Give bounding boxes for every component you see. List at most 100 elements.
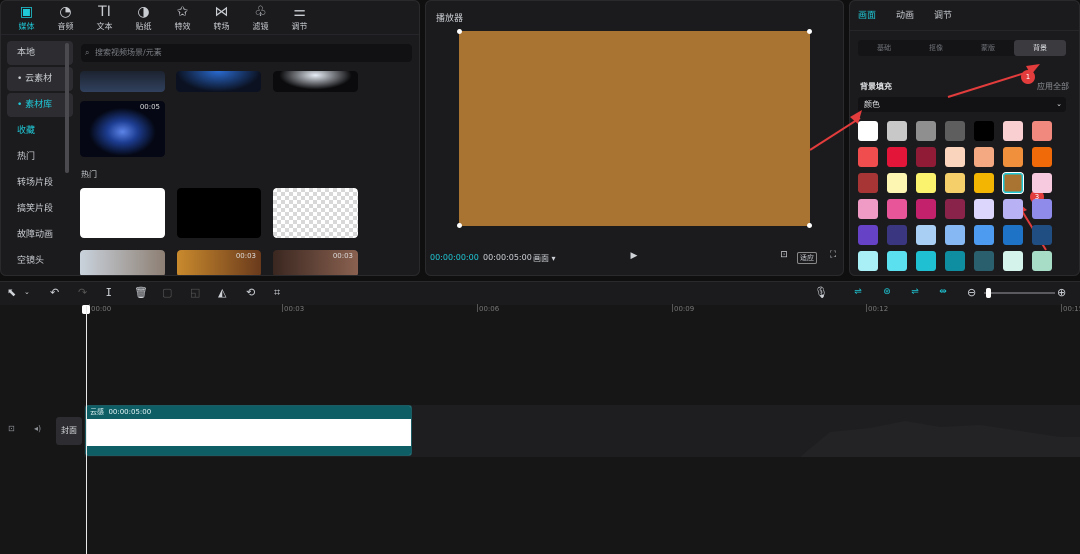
color-swatch[interactable] (945, 173, 965, 193)
cover-button[interactable]: 封面 (56, 417, 82, 445)
fill-mode-select[interactable]: 颜色 ⌄ (858, 97, 1066, 112)
subtab-background[interactable]: 背景 (1014, 40, 1066, 56)
fullscreen-icon[interactable]: ⛶ (826, 250, 840, 262)
split-icon[interactable]: ⵊ (106, 286, 112, 299)
zoom-out-icon[interactable]: ⊖ (967, 286, 976, 299)
color-swatch[interactable] (858, 225, 878, 245)
canvas-handle[interactable] (807, 223, 812, 228)
color-swatch[interactable] (916, 121, 936, 141)
crop-icon[interactable]: ⌗ (274, 286, 280, 300)
microphone-icon[interactable]: 🎙 (814, 286, 828, 299)
media-thumbnail-transparent[interactable] (273, 188, 358, 238)
snap-icon[interactable]: ⇌ (907, 287, 923, 300)
color-swatch[interactable] (1003, 121, 1023, 141)
playhead[interactable] (86, 306, 87, 554)
media-thumbnail-black[interactable] (177, 188, 261, 238)
tab-animation[interactable]: 动画 (896, 1, 914, 31)
sidebar-item-empty-shot[interactable]: 空镜头 (7, 249, 73, 273)
color-swatch[interactable] (916, 147, 936, 167)
color-swatch[interactable] (945, 147, 965, 167)
library-search-input[interactable]: ⌕ 搜索视频场景/元素 (81, 44, 412, 62)
redo-icon[interactable]: ↷ (78, 286, 87, 299)
color-swatch[interactable] (916, 173, 936, 193)
color-swatch[interactable] (945, 121, 965, 141)
tab-picture[interactable]: 画面 (858, 1, 876, 31)
color-swatch[interactable] (916, 199, 936, 219)
color-swatch[interactable] (945, 251, 965, 271)
sidebar-item-favorites[interactable]: 收藏 (7, 119, 73, 143)
player-canvas[interactable] (459, 31, 810, 226)
color-swatch[interactable] (1032, 225, 1052, 245)
sidebar-item-funny-clips[interactable]: 搞笑片段 (7, 197, 73, 221)
color-swatch[interactable] (1032, 121, 1052, 141)
media-thumbnail[interactable]: 00:05 (80, 101, 165, 157)
waveform-icon[interactable]: ⊡ (777, 250, 791, 262)
ratio-dropdown[interactable]: 画面 ▾ (533, 253, 556, 264)
media-thumbnail-white[interactable] (80, 188, 165, 238)
media-thumbnail[interactable] (176, 71, 261, 92)
chevron-down-icon[interactable]: ⌄ (24, 288, 30, 296)
color-swatch[interactable] (887, 173, 907, 193)
tab-effects[interactable]: ✩ 特效 (163, 1, 202, 35)
color-swatch[interactable] (887, 121, 907, 141)
media-thumbnail[interactable] (80, 250, 165, 275)
color-swatch[interactable] (1032, 147, 1052, 167)
color-swatch[interactable] (1032, 173, 1052, 193)
tab-audio[interactable]: ◔ 音频 (46, 1, 85, 35)
canvas-handle[interactable] (807, 29, 812, 34)
subtab-basic[interactable]: 基础 (858, 40, 910, 56)
sidebar-item-hot[interactable]: 热门 (7, 145, 73, 169)
color-swatch[interactable] (974, 199, 994, 219)
color-swatch[interactable] (916, 225, 936, 245)
color-swatch[interactable] (945, 225, 965, 245)
color-swatch[interactable] (1003, 199, 1023, 219)
color-swatch[interactable] (887, 225, 907, 245)
color-swatch[interactable] (974, 173, 994, 193)
freeze-icon[interactable]: ▢ (162, 286, 172, 299)
tab-adjust[interactable]: ⚌ 调节 (280, 1, 319, 35)
sidebar-item-library[interactable]: • 素材库 (7, 93, 73, 117)
color-swatch[interactable] (887, 251, 907, 271)
media-thumbnail[interactable]: 00:03 (273, 250, 358, 275)
color-swatch[interactable] (916, 251, 936, 271)
color-swatch[interactable] (1003, 251, 1023, 271)
color-swatch[interactable] (974, 225, 994, 245)
color-swatch[interactable] (858, 147, 878, 167)
zoom-slider-knob[interactable] (986, 288, 991, 298)
media-thumbnail[interactable] (273, 71, 358, 92)
sidebar-item-cloud[interactable]: • 云素材 (7, 67, 73, 91)
tab-transition[interactable]: ⋈ 转场 (202, 1, 241, 35)
canvas-handle[interactable] (457, 29, 462, 34)
color-swatch[interactable] (945, 199, 965, 219)
color-swatch[interactable] (887, 147, 907, 167)
color-swatch[interactable] (887, 199, 907, 219)
tab-filter[interactable]: ♧ 滤镜 (241, 1, 280, 35)
subtab-mask[interactable]: 蒙版 (962, 40, 1014, 56)
tab-media[interactable]: ▣ 媒体 (7, 1, 46, 35)
color-swatch[interactable] (1032, 199, 1052, 219)
undo-icon[interactable]: ↶ (50, 286, 59, 299)
color-swatch[interactable] (1003, 147, 1023, 167)
color-swatch[interactable] (858, 251, 878, 271)
track-visibility-icon[interactable]: ⊡ (8, 424, 15, 433)
sidebar-item-transition-clips[interactable]: 转场片段 (7, 171, 73, 195)
subtab-keying[interactable]: 抠像 (910, 40, 962, 56)
preview-axis-icon[interactable]: ⇹ (935, 287, 951, 300)
rotate-icon[interactable]: ⟲ (246, 286, 255, 299)
delete-icon[interactable]: 🗑 (134, 286, 148, 299)
fit-button[interactable]: 适应 (797, 252, 817, 264)
color-swatch[interactable] (1032, 251, 1052, 271)
link-clips-icon[interactable]: ⇌ (850, 287, 866, 300)
tab-sticker[interactable]: ◑ 贴纸 (124, 1, 163, 35)
select-tool-icon[interactable]: ⬉ (7, 286, 16, 299)
color-swatch[interactable] (858, 121, 878, 141)
media-thumbnail[interactable]: 00:03 (177, 250, 261, 275)
color-swatch[interactable] (858, 173, 878, 193)
color-swatch[interactable] (974, 147, 994, 167)
tab-text[interactable]: TI 文本 (85, 1, 124, 35)
sidebar-item-glitch[interactable]: 故障动画 (7, 223, 73, 247)
apply-all-button[interactable]: 应用全部 (1037, 81, 1069, 92)
play-icon[interactable]: ▶ (627, 251, 641, 263)
timeline-clip[interactable]: 云感 00:00:05:00 (85, 405, 412, 456)
zoom-slider[interactable] (984, 292, 1055, 294)
